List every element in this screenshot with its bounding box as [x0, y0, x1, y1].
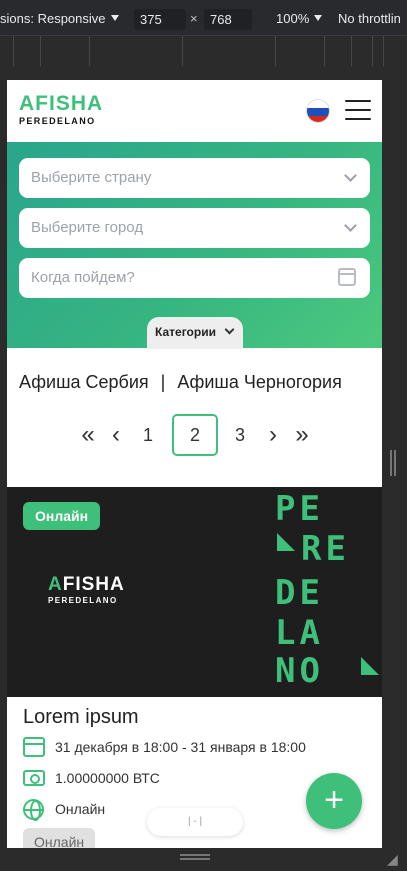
dimensions-dropdown[interactable]: sions: Responsive — [0, 11, 119, 26]
banner-logo: AFISHA PEREDELANO — [48, 575, 125, 607]
filters-panel: Выберите страну Выберите город Когда пой… — [7, 142, 382, 349]
ruler-tick — [383, 36, 384, 66]
prev-page-button[interactable]: ‹ — [109, 414, 123, 456]
menu-icon[interactable] — [345, 100, 371, 120]
page-1-button[interactable]: 1 — [141, 414, 155, 456]
banner-tile-row: DE — [275, 573, 324, 613]
chevron-down-icon — [344, 219, 357, 232]
logo-bottom: PEREDELANO — [19, 116, 96, 126]
country-placeholder: Выберите страну — [31, 169, 152, 186]
devtools-toolbar: sions: Responsive 375 × 768 100% No thro… — [0, 0, 407, 36]
language-flag-icon[interactable] — [306, 99, 330, 123]
times-sign: × — [190, 11, 198, 26]
country-select[interactable]: Выберите страну — [19, 158, 370, 198]
flag-stripe-blue — [307, 108, 329, 116]
format-chip[interactable]: Онлайн — [23, 828, 96, 848]
globe-icon — [23, 799, 44, 821]
online-badge: Онлайн — [23, 502, 101, 530]
banner-logo-rest: FISHA — [62, 574, 125, 595]
last-page-button[interactable]: » — [291, 414, 313, 456]
link-separator: | — [160, 372, 166, 392]
event-location: Онлайн — [55, 801, 106, 817]
caret-down-icon — [314, 15, 323, 21]
region-links: Афиша Сербия | Афиша Черногория — [19, 372, 342, 393]
ruler-tick — [89, 36, 90, 66]
categories-label: Категории — [155, 325, 216, 339]
zoom-label: 100% — [276, 11, 310, 26]
date-input[interactable]: Когда пойдем? — [19, 258, 370, 298]
banner-logo-bottom: PEREDELANO — [48, 596, 118, 605]
ruler-tick — [40, 36, 41, 66]
device-viewport: AFISHA PEREDELANO Выберите страну Выбери… — [7, 80, 382, 848]
height-input[interactable]: 768 — [204, 9, 252, 30]
flag-stripe-red — [307, 116, 329, 122]
ruler-tick — [275, 36, 276, 66]
first-page-button[interactable]: « — [77, 414, 99, 456]
logo-top: AFISHA — [19, 92, 104, 115]
event-price: 1.00000000 ВТС — [55, 770, 160, 786]
ruler-tick — [182, 36, 183, 66]
banner-triangle — [277, 533, 295, 551]
ruler — [0, 36, 407, 66]
site-header: AFISHA PEREDELANO — [7, 80, 382, 142]
flag-stripe-white — [307, 100, 329, 108]
banner-tile-row: LA — [275, 613, 324, 653]
calendar-icon[interactable] — [338, 268, 356, 286]
event-title[interactable]: Lorem ipsum — [23, 706, 139, 729]
page-3-button[interactable]: 3 — [233, 414, 247, 456]
throttling-dropdown[interactable]: No throttlin — [338, 11, 401, 26]
resize-corner-icon[interactable]: ◢ — [387, 851, 398, 868]
banner-logo-a: A — [48, 574, 63, 595]
calendar-icon — [23, 737, 45, 757]
caret-down-icon — [110, 15, 119, 21]
link-serbia[interactable]: Афиша Сербия — [19, 372, 149, 392]
city-select[interactable]: Выберите город — [19, 208, 370, 248]
ruler-tick — [324, 36, 325, 66]
floating-pill[interactable]: | - | — [147, 808, 243, 836]
money-icon — [23, 770, 45, 786]
link-montenegro[interactable]: Афиша Черногория — [177, 372, 342, 392]
city-placeholder: Выберите город — [31, 219, 144, 236]
site-logo[interactable]: AFISHA PEREDELANO — [19, 93, 103, 127]
zoom-dropdown[interactable]: 100% — [276, 11, 323, 26]
add-event-button[interactable]: + — [306, 773, 362, 829]
categories-toggle[interactable]: Категории — [147, 317, 243, 349]
resize-handle-right[interactable] — [390, 450, 396, 476]
next-page-button[interactable]: › — [266, 414, 280, 456]
date-placeholder: Когда пойдем? — [31, 269, 135, 286]
dimensions-label: sions: Responsive — [0, 11, 106, 26]
ruler-tick — [13, 36, 14, 66]
banner-tile-row: PE — [275, 489, 324, 529]
width-input[interactable]: 375 — [134, 9, 186, 30]
ruler-tick — [351, 36, 352, 66]
event-date: 31 декабря в 18:00 - 31 января в 18:00 — [55, 739, 306, 755]
chevron-down-icon — [224, 324, 235, 335]
event-banner: Онлайн AFISHA PEREDELANO PE RE DE LA NO — [7, 487, 382, 697]
page-2-button[interactable]: 2 — [172, 414, 218, 456]
resize-handle-bottom[interactable] — [180, 854, 210, 860]
ruler-tick — [372, 36, 373, 66]
banner-tile-row: RE — [301, 529, 350, 569]
banner-tile-row: NO — [275, 651, 324, 691]
chevron-down-icon — [344, 169, 357, 182]
banner-pattern: PE RE DE LA NO — [275, 487, 382, 697]
